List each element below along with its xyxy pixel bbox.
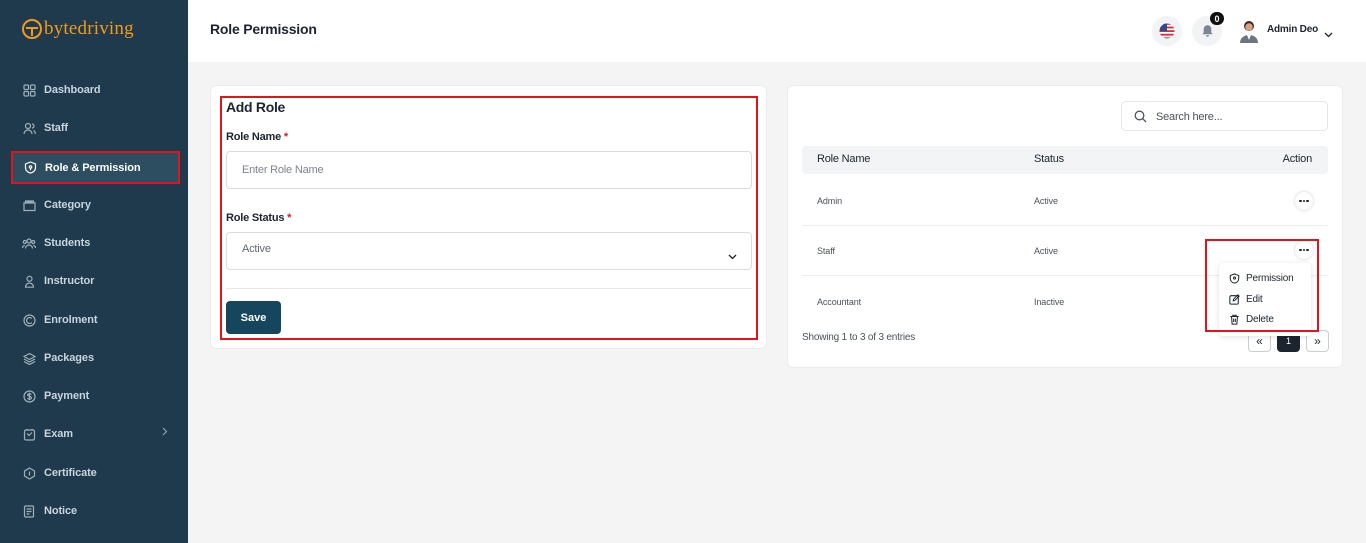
table-row: Admin Active: [802, 176, 1328, 226]
sidebar-item-label: Packages: [44, 352, 94, 364]
us-flag-icon: [1159, 23, 1175, 39]
sidebar-item-label: Exam: [44, 428, 73, 440]
sidebar-item-dashboard[interactable]: Dashboard: [12, 75, 178, 105]
sidebar-item-category[interactable]: Category: [12, 190, 178, 220]
chevron-down-icon: [728, 247, 737, 265]
save-button[interactable]: Save: [226, 301, 281, 334]
sidebar-item-payment[interactable]: Payment: [12, 381, 178, 411]
user-icon: [22, 274, 36, 288]
search-icon: [1134, 110, 1147, 128]
sidebar-item-role-permission[interactable]: Role & Permission: [11, 151, 180, 184]
brand-name: bytedriving: [44, 18, 134, 39]
status-cell: Inactive: [1034, 297, 1065, 307]
form-highlight-box: [220, 96, 758, 340]
role-name-cell: Admin: [817, 196, 843, 206]
role-status-label: Role Status *: [226, 212, 291, 224]
column-header-action: Action: [1282, 153, 1313, 165]
sidebar-item-packages[interactable]: Packages: [12, 343, 178, 373]
add-role-title: Add Role: [226, 99, 286, 115]
menu-highlight-box: [1205, 239, 1319, 332]
column-header-status: Status: [1034, 153, 1064, 165]
language-button[interactable]: [1152, 16, 1182, 46]
sidebar-item-label: Dashboard: [44, 84, 101, 96]
exam-icon: [22, 427, 36, 441]
sidebar-item-label: Role & Permission: [45, 161, 141, 174]
role-status-label-text: Role Status: [226, 212, 285, 224]
dollar-icon: [22, 389, 36, 403]
sidebar-item-enrolment[interactable]: Enrolment: [12, 305, 178, 335]
required-mark: *: [283, 131, 289, 143]
required-mark: *: [287, 212, 292, 224]
folder-icon: [22, 198, 36, 212]
bell-icon: [1201, 25, 1213, 37]
shield-icon: [23, 161, 37, 175]
role-name-cell: Staff: [817, 246, 835, 256]
role-name-input[interactable]: [226, 151, 752, 189]
grid-icon: [22, 83, 36, 97]
sidebar-item-label: Staff: [44, 122, 68, 134]
row-actions-button[interactable]: [1295, 192, 1313, 210]
entries-info: Showing 1 to 3 of 3 entries: [802, 332, 916, 343]
sidebar-item-instructor[interactable]: Instructor: [12, 266, 178, 296]
role-status-select[interactable]: Active: [226, 232, 752, 270]
sidebar-item-students[interactable]: Students: [12, 228, 178, 258]
award-icon: [22, 466, 36, 480]
users-icon: [22, 121, 36, 135]
role-name-label: Role Name *: [226, 131, 288, 143]
column-header-role-name: Role Name: [817, 153, 871, 165]
notification-count-badge: 0: [1210, 12, 1224, 25]
chevron-right-icon: [162, 427, 168, 439]
page-title: Role Permission: [210, 21, 317, 37]
sidebar-item-label: Students: [44, 237, 91, 249]
top-header: Role Permission 0 Admin Deo: [188, 0, 1366, 62]
layers-icon: [22, 351, 36, 365]
sidebar-item-notice[interactable]: Notice: [12, 496, 178, 526]
sidebar-item-label: Notice: [44, 505, 78, 517]
clipboard-icon: [22, 313, 36, 327]
table-header: Role Name Status Action: [802, 146, 1328, 174]
role-status-value: Active: [242, 243, 271, 255]
sidebar-item-label: Instructor: [44, 275, 95, 287]
role-name-label-text: Role Name: [226, 131, 282, 143]
form-divider: [226, 288, 752, 289]
search-box[interactable]: [1121, 101, 1328, 131]
sidebar: bytedriving Dashboard Staff Role & Permi…: [0, 0, 188, 543]
file-icon: [22, 504, 36, 518]
notification-button[interactable]: 0: [1192, 12, 1224, 46]
sidebar-item-label: Category: [44, 199, 91, 211]
brand-logo[interactable]: bytedriving: [22, 16, 134, 42]
status-cell: Active: [1034, 196, 1058, 206]
role-name-cell: Accountant: [817, 297, 862, 307]
search-input[interactable]: [1156, 108, 1316, 126]
sidebar-item-label: Payment: [44, 390, 90, 402]
user-name[interactable]: Admin Deo: [1267, 24, 1318, 35]
sidebar-item-label: Enrolment: [44, 314, 98, 326]
sidebar-item-exam[interactable]: Exam: [12, 419, 178, 449]
group-icon: [22, 236, 36, 250]
sidebar-item-staff[interactable]: Staff: [12, 113, 178, 143]
avatar[interactable]: [1238, 19, 1260, 43]
steering-wheel-icon: [22, 19, 42, 39]
status-cell: Active: [1034, 246, 1058, 256]
sidebar-item-certificate[interactable]: Certificate: [12, 458, 178, 488]
sidebar-item-label: Certificate: [44, 467, 97, 479]
chevron-down-icon[interactable]: [1324, 25, 1333, 43]
